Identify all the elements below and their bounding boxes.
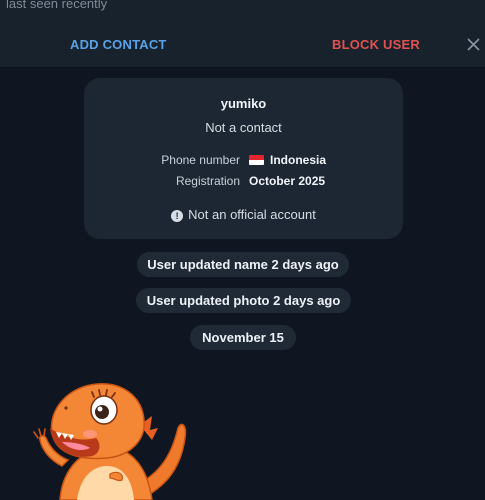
last-seen-status: last seen recently [6, 0, 108, 11]
service-message-text: User updated name 2 days ago [147, 257, 339, 272]
official-account-text: Not an official account [188, 207, 316, 222]
orange-dinosaur-sticker[interactable] [22, 378, 192, 500]
indonesia-flag-icon [249, 155, 264, 165]
date-separator: November 15 [190, 325, 296, 350]
date-separator-text: November 15 [202, 330, 284, 345]
phone-number-row: Phone number Indonesia [84, 153, 403, 171]
profile-name: yumiko [220, 96, 267, 111]
chat-header: last seen recently ADD CONTACT BLOCK USE… [0, 0, 485, 68]
contact-action-bar: ADD CONTACT BLOCK USER [0, 22, 485, 66]
contact-status: Not a contact [205, 120, 282, 135]
phone-number-value-wrap: Indonesia [249, 153, 326, 167]
service-message-name-updated: User updated name 2 days ago [137, 252, 349, 277]
add-contact-button[interactable]: ADD CONTACT [70, 37, 167, 52]
phone-number-label: Phone number [161, 153, 240, 167]
registration-row: Registration October 2025 [84, 174, 403, 192]
profile-info-card: yumiko Not a contact Phone number Indone… [84, 78, 403, 239]
official-account-notice: ! Not an official account [84, 207, 403, 222]
registration-label: Registration [175, 174, 240, 188]
close-action-bar-button[interactable] [465, 36, 482, 53]
close-icon [467, 38, 480, 51]
service-message-text: User updated photo 2 days ago [146, 293, 341, 308]
phone-country-value: Indonesia [270, 153, 327, 167]
info-icon: ! [171, 210, 184, 222]
block-user-button[interactable]: BLOCK USER [332, 37, 420, 52]
service-message-photo-updated: User updated photo 2 days ago [136, 288, 351, 313]
registration-value: October 2025 [249, 174, 326, 188]
